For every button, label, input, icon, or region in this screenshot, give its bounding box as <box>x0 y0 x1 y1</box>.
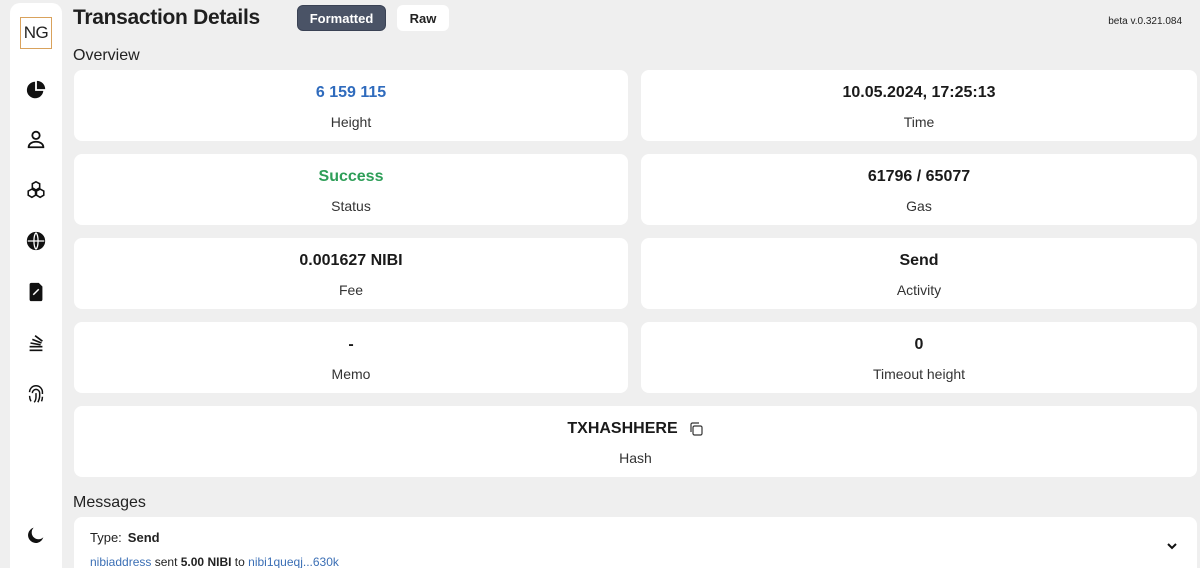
memo-card: - Memo <box>74 322 628 393</box>
message-type: Type: Send <box>90 530 160 545</box>
message-type-value: Send <box>127 530 160 545</box>
message-item[interactable]: Type: Send nibiaddress sent 5.00 NIBI to … <box>74 517 1197 568</box>
from-address-link[interactable]: nibiaddress <box>90 555 151 568</box>
status-label: Status <box>331 198 371 214</box>
tab-formatted[interactable]: Formatted <box>297 5 386 31</box>
height-label: Height <box>330 114 372 130</box>
activity-label: Activity <box>896 282 942 298</box>
timeout-value: 0 <box>914 336 924 353</box>
sidebar: NG <box>10 3 62 568</box>
fee-label: Fee <box>338 282 364 298</box>
time-label: Time <box>903 114 935 130</box>
gas-value: 61796 / 65077 <box>867 168 971 185</box>
tab-raw[interactable]: Raw <box>397 5 449 31</box>
status-value: Success <box>318 168 384 185</box>
dark-mode-icon[interactable] <box>24 523 48 547</box>
to-address-link[interactable]: nibi1queqj...630k <box>248 555 339 568</box>
chevron-down-icon[interactable] <box>1165 539 1179 553</box>
memo-label: Memo <box>331 366 371 382</box>
activity-value: Send <box>899 252 939 269</box>
time-value: 10.05.2024, 17:25:13 <box>842 84 996 101</box>
message-type-label: Type: <box>90 530 122 545</box>
stack-icon[interactable] <box>24 331 48 355</box>
overview-title: Overview <box>73 47 140 64</box>
page-title: Transaction Details <box>73 6 260 29</box>
hash-label: Hash <box>619 450 652 466</box>
timeout-label: Timeout height <box>872 366 966 382</box>
memo-value: - <box>348 336 354 353</box>
gas-card: 61796 / 65077 Gas <box>641 154 1197 225</box>
height-card: 6 159 115 Height <box>74 70 628 141</box>
fee-card: 0.001627 NIBI Fee <box>74 238 628 309</box>
message-summary: nibiaddress sent 5.00 NIBI to nibi1queqj… <box>90 555 339 568</box>
pie-chart-icon[interactable] <box>24 78 48 102</box>
status-card: Success Status <box>74 154 628 225</box>
height-value[interactable]: 6 159 115 <box>316 84 386 102</box>
timeout-card: 0 Timeout height <box>641 322 1197 393</box>
user-icon[interactable] <box>24 127 48 151</box>
fingerprint-icon[interactable] <box>24 382 48 406</box>
sent-word: sent <box>154 555 178 568</box>
time-card: 10.05.2024, 17:25:13 Time <box>641 70 1197 141</box>
logo[interactable]: NG <box>20 17 52 49</box>
to-word: to <box>234 555 245 568</box>
activity-card: Send Activity <box>641 238 1197 309</box>
hash-card: TXHASHHERE Hash <box>74 406 1197 477</box>
gas-label: Gas <box>906 198 932 214</box>
amount: 5.00 NIBI <box>180 555 232 568</box>
version-label: beta v.0.321.084 <box>1108 16 1182 27</box>
messages-title: Messages <box>73 494 146 511</box>
hash-value-row: TXHASHHERE <box>567 420 703 438</box>
copy-icon[interactable] <box>688 421 704 437</box>
fee-value: 0.001627 NIBI <box>299 252 403 269</box>
blocks-icon[interactable] <box>24 178 48 202</box>
globe-icon[interactable] <box>24 229 48 253</box>
contract-icon[interactable] <box>24 280 48 304</box>
hash-value: TXHASHHERE <box>567 420 678 437</box>
